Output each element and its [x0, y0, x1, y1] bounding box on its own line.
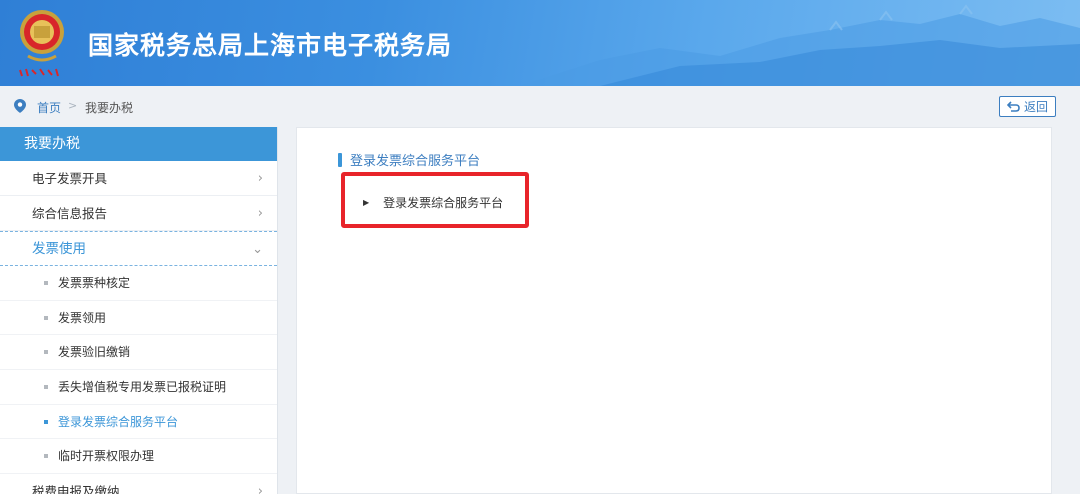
bullet-icon [44, 281, 48, 285]
sidebar-subitem-invoice-cancel[interactable]: 发票验旧缴销 [0, 335, 277, 371]
sidebar-subitem-invoice-collect[interactable]: 发票领用 [0, 301, 277, 336]
sidebar-item-label: 电子发票开具 [32, 171, 108, 186]
sidebar-item-label: 发票使用 [32, 241, 86, 257]
sidebar-subitem-invoice-type-approval[interactable]: 发票票种核定 [0, 266, 277, 301]
bullet-icon [44, 315, 48, 320]
section-title: 登录发票综合服务平台 [350, 154, 481, 169]
sidebar-item-tax-declaration[interactable]: 税费申报及缴纳 › [0, 474, 277, 494]
breadcrumb: 首页 > 我要办税 返回 [0, 86, 1080, 126]
sidebar-item-label: 综合信息报告 [32, 206, 108, 221]
site-header: 国家税务总局上海市电子税务局 [0, 0, 1080, 86]
bullet-icon [44, 419, 48, 424]
sidebar-subitem-temp-invoice-permission[interactable]: 临时开票权限办理 [0, 439, 277, 475]
heading-accent-bar [338, 152, 342, 167]
back-button[interactable]: 返回 [999, 96, 1056, 117]
section-heading: 登录发票综合服务平台 [338, 150, 480, 169]
breadcrumb-home-link[interactable]: 首页 [37, 99, 61, 116]
chevron-right-icon: › [257, 171, 263, 186]
bullet-icon [44, 385, 48, 390]
site-title: 国家税务总局上海市电子税务局 [88, 31, 453, 60]
sidebar-item-info-report[interactable]: 综合信息报告 › [0, 196, 277, 231]
sidebar-item-label: 税费申报及缴纳 [32, 484, 120, 494]
sidebar-subitem-label: 发票领用 [58, 310, 107, 325]
sidebar-subitem-label: 登录发票综合服务平台 [58, 414, 179, 429]
sidebar-subitem-label: 发票验旧缴销 [58, 345, 131, 360]
return-arrow-icon [1006, 101, 1020, 112]
bullet-icon [44, 350, 48, 355]
breadcrumb-separator: > [68, 99, 78, 112]
main-panel: 登录发票综合服务平台 ▶ 登录发票综合服务平台 [296, 127, 1052, 494]
sidebar-title: 我要办税 [0, 127, 277, 161]
sidebar-item-invoice-use[interactable]: 发票使用 ⌄ [0, 231, 277, 266]
location-pin-icon [14, 99, 26, 113]
play-arrow-icon: ▶ [363, 198, 370, 207]
breadcrumb-current: 我要办税 [85, 101, 134, 115]
link-label: 登录发票综合服务平台 [383, 196, 504, 210]
sidebar-item-e-invoice-issue[interactable]: 电子发票开具 › [0, 161, 277, 196]
invoice-platform-login-link[interactable]: ▶ 登录发票综合服务平台 [363, 194, 503, 211]
sidebar-subitem-lost-vat-proof[interactable]: 丢失增值税专用发票已报税证明 [0, 370, 277, 405]
sidebar-subitem-label: 发票票种核定 [58, 276, 131, 290]
chevron-right-icon: › [257, 484, 263, 494]
back-button-label: 返回 [1023, 100, 1048, 114]
sidebar-subitem-invoice-platform-login[interactable]: 登录发票综合服务平台 [0, 405, 277, 440]
tax-emblem-logo [19, 10, 64, 77]
sidebar: 我要办税 电子发票开具 › 综合信息报告 › 发票使用 ⌄ 发票票种核定 发票领… [0, 127, 278, 494]
chevron-right-icon: › [257, 206, 263, 221]
bullet-icon [44, 454, 48, 459]
chevron-down-icon: ⌄ [252, 242, 263, 257]
sidebar-subitem-label: 丢失增值税专用发票已报税证明 [58, 380, 227, 395]
sidebar-subitem-label: 临时开票权限办理 [58, 449, 155, 464]
